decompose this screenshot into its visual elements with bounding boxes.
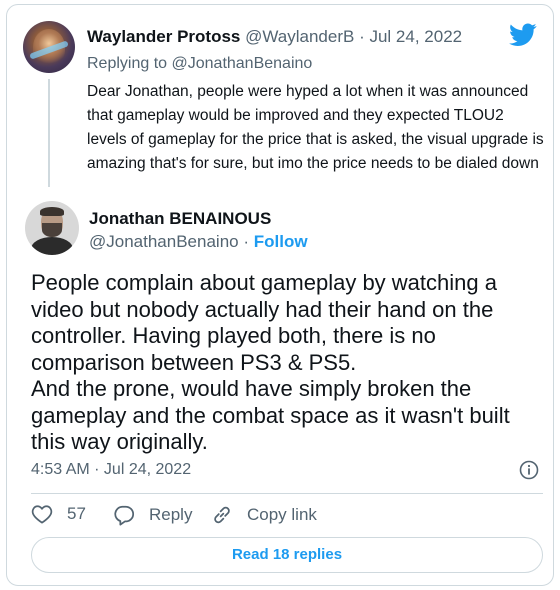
main-author-avatar[interactable] bbox=[25, 201, 79, 255]
main-tweet-line: this way originally. bbox=[31, 429, 208, 454]
info-icon[interactable] bbox=[519, 460, 539, 480]
main-tweet-line: People complain about gameplay by watchi… bbox=[31, 270, 497, 295]
link-icon bbox=[214, 506, 230, 524]
speech-bubble-icon bbox=[114, 505, 134, 526]
main-author-handle-row: @JonathanBenaino · Follow bbox=[89, 232, 308, 252]
parent-tweet-header: Waylander Protoss @WaylanderB · Jul 24, … bbox=[87, 27, 462, 47]
parent-author-handle[interactable]: @WaylanderB bbox=[245, 27, 354, 46]
parent-tweet-text: Dear Jonathan, people were hyped a lot w… bbox=[87, 83, 544, 172]
main-tweet-timestamp[interactable]: 4:53 AM · Jul 24, 2022 bbox=[31, 461, 191, 479]
main-tweet-line: comparison between PS3 & PS5. bbox=[31, 349, 357, 375]
main-author-name[interactable]: Jonathan BENAINOUS bbox=[89, 209, 271, 229]
replying-to-mention[interactable]: @JonathanBenaino bbox=[172, 55, 313, 72]
twitter-bird-icon[interactable] bbox=[509, 23, 537, 47]
main-tweet-line: video but nobody actually had their hand… bbox=[31, 296, 494, 322]
main-tweet-line: controller. Having played both, there is… bbox=[31, 323, 436, 348]
reply-label: Reply bbox=[149, 505, 193, 524]
parent-separator: · bbox=[359, 27, 365, 46]
actions-divider bbox=[31, 493, 543, 494]
copy-link-button[interactable]: Copy link bbox=[211, 504, 317, 526]
read-replies-button[interactable]: Read 18 replies bbox=[31, 537, 543, 573]
tweet-embed-card: Waylander Protoss @WaylanderB · Jul 24, … bbox=[6, 4, 554, 586]
copy-link-label: Copy link bbox=[247, 505, 317, 524]
like-count: 57 bbox=[67, 504, 86, 523]
reply-button[interactable]: Reply bbox=[113, 504, 192, 526]
parent-author-avatar[interactable] bbox=[23, 21, 75, 73]
thread-connector-line bbox=[48, 79, 50, 187]
main-author-handle[interactable]: @JonathanBenaino bbox=[89, 232, 239, 251]
main-tweet-line: gameplay and the combat space as it wasn… bbox=[31, 402, 510, 428]
parent-tweet-date[interactable]: Jul 24, 2022 bbox=[369, 27, 462, 46]
like-button[interactable]: 57 bbox=[31, 504, 86, 524]
heart-icon bbox=[31, 505, 53, 524]
main-separator: · bbox=[243, 232, 250, 251]
replying-prefix: Replying to bbox=[87, 55, 168, 72]
parent-author-name[interactable]: Waylander Protoss bbox=[87, 27, 240, 46]
replying-to-line: Replying to @JonathanBenaino bbox=[87, 55, 312, 73]
follow-link[interactable]: Follow bbox=[254, 232, 308, 251]
main-tweet-text: People complain about gameplay by watchi… bbox=[31, 270, 541, 456]
main-tweet-line: And the prone, would have simply broken … bbox=[31, 376, 472, 401]
